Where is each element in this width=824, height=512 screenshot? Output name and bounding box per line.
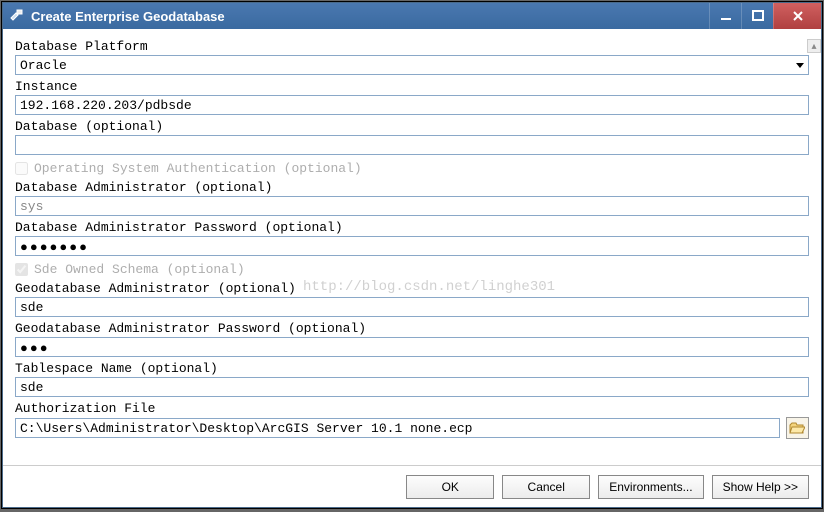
minimize-button[interactable] [709,3,741,29]
footer-bar: OK Cancel Environments... Show Help >> [3,465,821,507]
geoadminpw-input[interactable] [15,337,809,357]
sdeowned-label: Sde Owned Schema (optional) [34,262,245,277]
platform-label: Database Platform [15,39,809,54]
authfile-label: Authorization File [15,401,809,416]
platform-select[interactable] [15,55,791,75]
window-title: Create Enterprise Geodatabase [31,9,709,24]
close-button[interactable] [773,3,821,29]
instance-label: Instance [15,79,809,94]
ok-button[interactable]: OK [406,475,494,499]
geoadminpw-label: Geodatabase Administrator Password (opti… [15,321,809,336]
sdeowned-row: Sde Owned Schema (optional) [15,262,809,277]
cancel-button[interactable]: Cancel [502,475,590,499]
platform-dropdown-icon[interactable] [791,55,809,75]
dbadminpw-label: Database Administrator Password (optiona… [15,220,809,235]
hammer-icon [9,8,25,24]
folder-open-icon [789,421,805,435]
osauth-row: Operating System Authentication (optiona… [15,161,809,176]
geoadmin-input[interactable] [15,297,809,317]
tablespace-input[interactable] [15,377,809,397]
scrollbar[interactable]: ▴ [807,39,821,53]
maximize-button[interactable] [741,3,773,29]
osauth-label: Operating System Authentication (optiona… [34,161,362,176]
browse-file-button[interactable] [786,417,809,439]
osauth-checkbox [15,162,28,175]
window-controls [709,3,821,29]
form-area: http://blog.csdn.net/linghe301 ▴ Databas… [3,29,821,465]
authfile-input[interactable] [15,418,780,438]
instance-input[interactable] [15,95,809,115]
show-help-button[interactable]: Show Help >> [712,475,809,499]
database-input[interactable] [15,135,809,155]
tablespace-label: Tablespace Name (optional) [15,361,809,376]
scroll-up-icon[interactable]: ▴ [807,39,821,53]
window-root: Create Enterprise Geodatabase http://blo… [2,2,822,508]
database-label: Database (optional) [15,119,809,134]
dbadminpw-input[interactable] [15,236,809,256]
geoadmin-label: Geodatabase Administrator (optional) [15,281,809,296]
title-bar: Create Enterprise Geodatabase [3,3,821,29]
dbadmin-input[interactable] [15,196,809,216]
environments-button[interactable]: Environments... [598,475,703,499]
dbadmin-label: Database Administrator (optional) [15,180,809,195]
sdeowned-checkbox [15,263,28,276]
